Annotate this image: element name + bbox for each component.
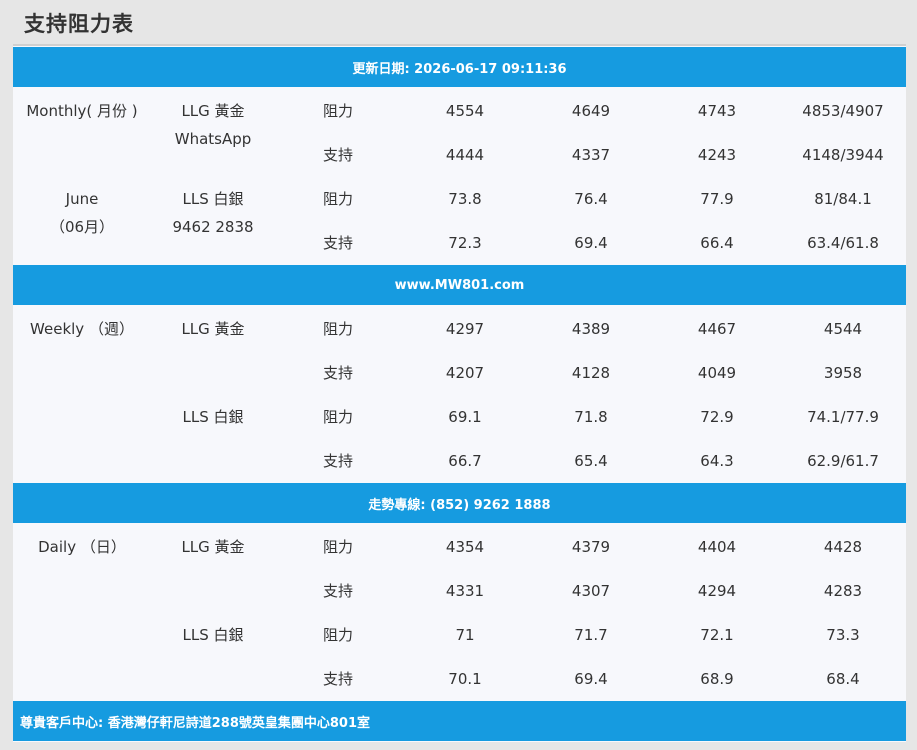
- table-row: 阻力 4354 4379 4404 4428: [13, 525, 906, 569]
- level-value-3: 4467: [697, 320, 737, 338]
- level-type: 阻力: [323, 102, 354, 120]
- level-value-2: 4337: [571, 146, 611, 164]
- level-type: 阻力: [323, 320, 354, 338]
- table-row: 支持 66.7 65.4 64.3 62.9/61.7: [13, 439, 906, 483]
- table-row: 支持 4207 4128 4049 3958: [13, 351, 906, 395]
- level-value-4: 4148/3944: [802, 146, 884, 164]
- level-value-1: 70.1: [448, 670, 482, 688]
- level-value-1: 72.3: [448, 234, 482, 252]
- address-bar: 尊貴客戶中心: 香港灣仔軒尼詩道288號英皇集團中心801室: [13, 701, 906, 741]
- level-value-1: 69.1: [448, 408, 482, 426]
- level-value-3: 72.9: [700, 408, 734, 426]
- level-value-4: 68.4: [826, 670, 860, 688]
- level-value-4: 74.1/77.9: [807, 408, 879, 426]
- level-value-3: 4049: [697, 364, 737, 382]
- level-value-2: 65.4: [574, 452, 608, 470]
- level-type: 支持: [323, 670, 354, 688]
- table-row: 阻力 4297 4389 4467 4544: [13, 307, 906, 351]
- table-row: 支持 4444 4337 4243 4148/3944: [13, 133, 906, 177]
- level-value-1: 4207: [445, 364, 485, 382]
- level-value-4: 4853/4907: [802, 102, 884, 120]
- level-value-4: 73.3: [826, 626, 860, 644]
- level-type: 支持: [323, 582, 354, 600]
- level-value-2: 4389: [571, 320, 611, 338]
- table-row: 阻力 4554 4649 4743 4853/4907: [13, 89, 906, 133]
- level-value-3: 4404: [697, 538, 737, 556]
- level-type: 支持: [323, 364, 354, 382]
- level-value-3: 66.4: [700, 234, 734, 252]
- level-value-2: 71.8: [574, 408, 608, 426]
- support-resistance-table: 更新日期: 2026-06-17 09:11:36 Monthly( 月份 ) …: [13, 44, 906, 742]
- level-value-4: 4283: [823, 582, 863, 600]
- level-value-1: 73.8: [448, 190, 482, 208]
- level-value-1: 4354: [445, 538, 485, 556]
- table-row: 阻力 69.1 71.8 72.9 74.1/77.9: [13, 395, 906, 439]
- level-value-4: 4428: [823, 538, 863, 556]
- hotline-bar: 走勢專線: (852) 9262 1888: [13, 483, 906, 523]
- level-value-3: 68.9: [700, 670, 734, 688]
- level-type: 阻力: [323, 408, 354, 426]
- table-row: 支持 4331 4307 4294 4283: [13, 569, 906, 613]
- website-bar: www.MW801.com: [13, 265, 906, 305]
- page-title: 支持阻力表: [24, 12, 134, 36]
- level-value-1: 71: [455, 626, 475, 644]
- level-type: 支持: [323, 234, 354, 252]
- level-value-4: 81/84.1: [814, 190, 872, 208]
- level-type: 阻力: [323, 190, 354, 208]
- page: 支持阻力表 更新日期: 2026-06-17 09:11:36 Monthly(…: [0, 0, 917, 750]
- level-value-1: 4297: [445, 320, 485, 338]
- level-value-4: 3958: [823, 364, 863, 382]
- table-row: 阻力 71 71.7 72.1 73.3: [13, 613, 906, 657]
- level-value-4: 4544: [823, 320, 863, 338]
- level-value-3: 4243: [697, 146, 737, 164]
- level-value-2: 4307: [571, 582, 611, 600]
- level-value-2: 76.4: [574, 190, 608, 208]
- level-value-3: 4743: [697, 102, 737, 120]
- update-date-bar: 更新日期: 2026-06-17 09:11:36: [13, 47, 906, 87]
- level-type: 支持: [323, 146, 354, 164]
- table-row: 支持 72.3 69.4 66.4 63.4/61.8: [13, 221, 906, 265]
- level-type: 支持: [323, 452, 354, 470]
- level-value-1: 4331: [445, 582, 485, 600]
- level-type: 阻力: [323, 626, 354, 644]
- level-type: 阻力: [323, 538, 354, 556]
- table-row: 支持 70.1 69.4 68.9 68.4: [13, 657, 906, 701]
- level-value-2: 69.4: [574, 234, 608, 252]
- level-value-1: 4444: [445, 146, 485, 164]
- level-value-2: 4379: [571, 538, 611, 556]
- level-value-1: 66.7: [448, 452, 482, 470]
- level-value-2: 4128: [571, 364, 611, 382]
- level-value-4: 63.4/61.8: [807, 234, 879, 252]
- level-value-3: 72.1: [700, 626, 734, 644]
- level-value-3: 77.9: [700, 190, 734, 208]
- table-row: 阻力 73.8 76.4 77.9 81/84.1: [13, 177, 906, 221]
- level-value-3: 64.3: [700, 452, 734, 470]
- level-value-2: 4649: [571, 102, 611, 120]
- level-value-2: 71.7: [574, 626, 608, 644]
- level-value-4: 62.9/61.7: [807, 452, 879, 470]
- level-value-2: 69.4: [574, 670, 608, 688]
- level-value-3: 4294: [697, 582, 737, 600]
- level-value-1: 4554: [445, 102, 485, 120]
